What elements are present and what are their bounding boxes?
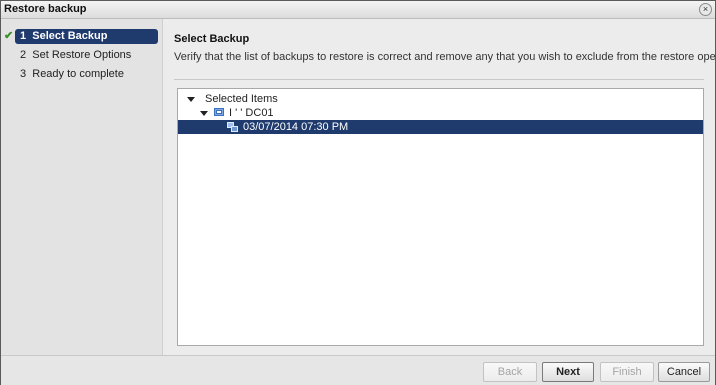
button-bar: Back Next Finish Cancel [1, 355, 715, 385]
tree-vm-label: I ' ' DC01 [229, 107, 274, 119]
virtual-machine-icon [214, 108, 224, 116]
step-label: Select Backup [32, 30, 108, 42]
restore-backup-dialog: Restore backup × ✔ 1 Select Backup 2 Set… [0, 0, 716, 385]
step-label: Ready to complete [32, 68, 124, 80]
close-icon[interactable]: × [699, 3, 712, 16]
tree-root-row[interactable]: Selected Items [178, 92, 703, 106]
finish-button[interactable]: Finish [600, 362, 654, 382]
backup-tree: Selected Items I ' ' DC01 03/07/2014 07:… [177, 88, 704, 346]
back-button[interactable]: Back [483, 362, 537, 382]
step-ready-to-complete[interactable]: 3 Ready to complete [1, 67, 162, 82]
cancel-button[interactable]: Cancel [658, 362, 710, 382]
step-number: 3 [20, 68, 27, 80]
step-label: Set Restore Options [32, 49, 132, 61]
tree-root-label: Selected Items [205, 93, 278, 105]
wizard-steps-sidebar: ✔ 1 Select Backup 2 Set Restore Options … [1, 19, 163, 355]
window-title: Restore backup [4, 3, 87, 15]
divider [174, 79, 704, 80]
backup-snapshot-icon [227, 122, 238, 132]
step-number: 2 [20, 49, 27, 61]
caret-down-icon[interactable] [200, 111, 208, 116]
step-number: 1 [20, 30, 27, 42]
step-select-backup[interactable]: ✔ 1 Select Backup [1, 29, 162, 44]
step-highlight: 1 Select Backup [15, 29, 158, 44]
tree-backup-row[interactable]: 03/07/2014 07:30 PM [178, 120, 703, 134]
title-bar: Restore backup × [1, 1, 715, 19]
tree-backup-label: 03/07/2014 07:30 PM [243, 121, 349, 133]
page-title: Select Backup [174, 33, 250, 45]
main-panel: Select Backup Verify that the list of ba… [163, 19, 716, 355]
step-set-restore-options[interactable]: 2 Set Restore Options [1, 48, 162, 63]
tree-vm-row[interactable]: I ' ' DC01 [178, 106, 703, 120]
next-button[interactable]: Next [542, 362, 594, 382]
page-description: Verify that the list of backups to resto… [174, 51, 716, 63]
caret-down-icon[interactable] [187, 97, 195, 102]
checkmark-icon: ✔ [4, 30, 14, 42]
